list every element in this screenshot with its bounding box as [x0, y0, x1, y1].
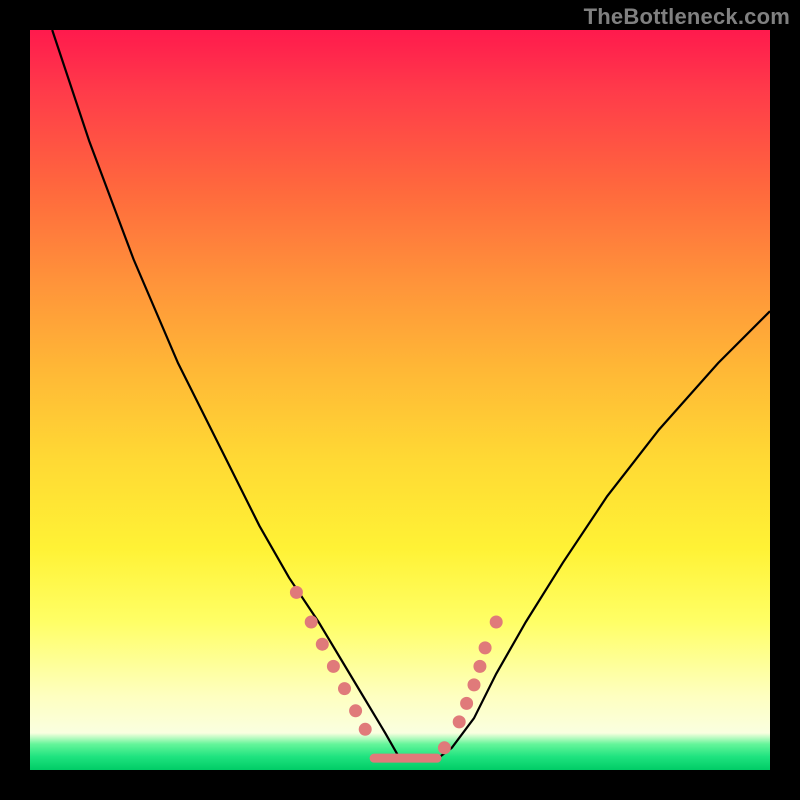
- plot-area: [30, 30, 770, 770]
- marker-dot: [290, 586, 303, 599]
- marker-dot: [473, 660, 486, 673]
- marker-dot: [468, 678, 481, 691]
- marker-dot: [305, 616, 318, 629]
- marker-dot: [338, 682, 351, 695]
- marker-dot: [438, 741, 451, 754]
- marker-dot: [359, 723, 372, 736]
- marker-dot: [490, 616, 503, 629]
- chart-container: TheBottleneck.com: [0, 0, 800, 800]
- curve-svg: [30, 30, 770, 770]
- bottleneck-curve: [52, 30, 770, 759]
- marker-dot: [453, 715, 466, 728]
- marker-dot: [460, 697, 473, 710]
- marker-dot: [316, 638, 329, 651]
- marker-dot: [327, 660, 340, 673]
- marker-group: [290, 586, 503, 758]
- watermark-text: TheBottleneck.com: [584, 4, 790, 30]
- marker-dot: [349, 704, 362, 717]
- marker-dot: [479, 641, 492, 654]
